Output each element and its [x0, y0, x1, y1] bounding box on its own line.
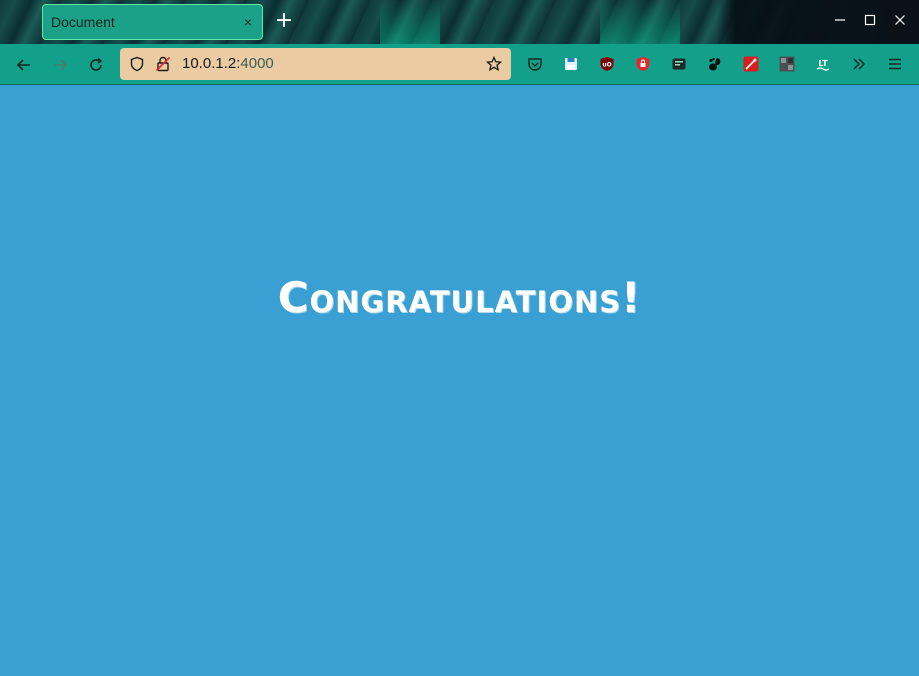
- shield-icon[interactable]: [129, 56, 145, 72]
- new-tab-button[interactable]: +: [272, 10, 296, 34]
- reload-button[interactable]: [83, 52, 109, 78]
- forward-arrow-icon: [54, 59, 68, 71]
- url-port: 4000: [240, 55, 274, 72]
- gnome-extension-icon: [709, 57, 721, 71]
- close-window-button[interactable]: [889, 11, 911, 33]
- wand-extension-icon: [743, 56, 759, 72]
- reader-extension-button[interactable]: [670, 55, 688, 73]
- insecure-lock-icon[interactable]: [155, 56, 171, 72]
- background-glow: [600, 0, 680, 44]
- reader-extension-icon: [672, 58, 686, 70]
- back-arrow-icon: [16, 59, 30, 71]
- page-content: Congratulations!: [0, 85, 919, 676]
- url-host: 10.0.1.2:: [182, 55, 241, 72]
- gnome-extension-button[interactable]: [706, 55, 724, 73]
- tab-document[interactable]: Document ×: [42, 4, 263, 40]
- languagetool-button[interactable]: LT: [814, 55, 832, 73]
- overflow-chevrons-icon: [853, 58, 866, 70]
- svg-text:LT: LT: [818, 59, 828, 68]
- url-text[interactable]: 10.0.1.2:4000: [182, 55, 274, 72]
- url-bar[interactable]: 10.0.1.2:4000: [120, 48, 511, 80]
- ublock-icon: uO: [600, 57, 614, 71]
- minimize-button[interactable]: [829, 11, 851, 33]
- languagetool-icon: LT: [816, 59, 830, 71]
- menu-hamburger-icon: [889, 58, 901, 70]
- tab-title: Document: [51, 14, 115, 30]
- back-button[interactable]: [11, 52, 37, 78]
- tab-close-icon[interactable]: ×: [234, 14, 262, 30]
- wand-extension-button[interactable]: [742, 55, 760, 73]
- navigation-toolbar: 10.0.1.2:4000 uO LT: [0, 44, 919, 85]
- app-menu-button[interactable]: [886, 55, 904, 73]
- background-glow: [380, 0, 440, 44]
- grid-extension-icon: [779, 56, 795, 72]
- maximize-button[interactable]: [859, 11, 881, 33]
- bookmark-star-icon[interactable]: [486, 56, 502, 72]
- ublock-button[interactable]: uO: [598, 55, 616, 73]
- overflow-menu-button[interactable]: [850, 55, 868, 73]
- red-lock-extension-button[interactable]: [634, 55, 652, 73]
- save-icon: [565, 58, 577, 70]
- red-lock-extension-icon: [636, 57, 650, 71]
- pocket-button[interactable]: [526, 55, 544, 73]
- maximize-icon: [864, 14, 876, 26]
- save-extension-button[interactable]: [562, 55, 580, 73]
- grid-extension-button[interactable]: [778, 55, 796, 73]
- reload-icon: [90, 57, 103, 71]
- close-icon: [895, 15, 905, 25]
- title-bar: Document × +: [0, 0, 919, 44]
- pocket-icon: [528, 58, 542, 71]
- congratulations-heading: Congratulations!: [277, 273, 642, 322]
- minimize-icon: [835, 19, 845, 21]
- forward-button[interactable]: [47, 52, 73, 78]
- svg-text:uO: uO: [602, 62, 611, 69]
